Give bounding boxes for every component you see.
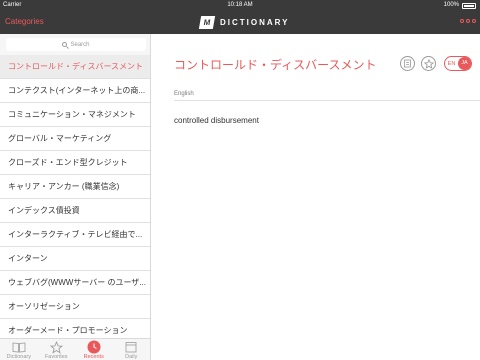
logo-text: DICTIONARY: [220, 17, 290, 27]
list-item[interactable]: ウェブバグ(WWWサーバー のユーザ...: [0, 271, 150, 295]
list-item[interactable]: クローズド・エンド型クレジット: [0, 151, 150, 175]
battery-percent: 100%: [443, 2, 459, 8]
battery-status: 100%: [444, 0, 476, 10]
tab-bar: Dictionary Favorites Recents Daily: [0, 338, 151, 360]
clock-icon: [87, 340, 101, 354]
sidebar: Search コントロールド・ディスバースメント コンテクスト(インターネット上…: [0, 34, 151, 343]
tab-label: Dictionary: [6, 354, 31, 360]
list-item[interactable]: コンテクスト(インターネット上の商...: [0, 79, 150, 103]
lang-ja-label: JA: [458, 57, 471, 70]
favorite-button[interactable]: [421, 56, 436, 71]
language-toggle[interactable]: EN JA: [444, 56, 472, 71]
list-item[interactable]: グローバル・マーケティング: [0, 127, 150, 151]
nav-bar: Categories M DICTIONARY: [0, 10, 480, 34]
entry-definition: controlled disbursement: [174, 116, 259, 125]
star-icon: [423, 58, 434, 69]
clock: 10:18 AM: [227, 2, 253, 8]
tab-label: Recents: [83, 354, 104, 360]
tab-recents[interactable]: Recents: [75, 339, 113, 360]
list-item[interactable]: インデックス債投資: [0, 199, 150, 223]
list-item[interactable]: インターン: [0, 247, 150, 271]
tab-label: Favorites: [44, 354, 68, 360]
flashcard-icon: [404, 59, 411, 68]
calendar-icon: [124, 340, 138, 354]
categories-button[interactable]: Categories: [5, 10, 44, 34]
list-item[interactable]: コントロールド・ディスバースメント: [0, 55, 150, 79]
tab-label: Daily: [125, 354, 138, 360]
star-icon: [49, 340, 63, 354]
entry-headword: コントロールド・ディスバースメント: [174, 58, 377, 72]
tab-favorites[interactable]: Favorites: [38, 339, 76, 360]
book-icon: [12, 340, 26, 354]
status-bar: Carrier 10:18 AM 100%: [0, 0, 480, 10]
list-item[interactable]: オーソリゼーション: [0, 295, 150, 319]
flashcard-button[interactable]: [400, 56, 415, 71]
lang-en-label: EN: [447, 60, 456, 67]
list-item[interactable]: インターラクティブ・テレビ経由で...: [0, 223, 150, 247]
word-list: コントロールド・ディスバースメント コンテクスト(インターネット上の商... コ…: [0, 55, 150, 343]
logo-mark-icon: M: [198, 15, 216, 29]
search-icon: [62, 42, 68, 47]
app-logo: M DICTIONARY: [198, 15, 290, 29]
search-placeholder: Search: [70, 41, 90, 48]
tab-daily[interactable]: Daily: [113, 339, 151, 360]
list-item[interactable]: キャリア・アンカー (職業信念): [0, 175, 150, 199]
more-options-icon[interactable]: [460, 19, 476, 23]
search-input[interactable]: Search: [6, 38, 146, 51]
list-item[interactable]: コミュニケーション・マネジメント: [0, 103, 150, 127]
divider: [174, 100, 480, 101]
tab-dictionary[interactable]: Dictionary: [0, 339, 38, 360]
battery-icon: [462, 3, 476, 9]
entry-detail: コントロールド・ディスバースメント EN JA English controll…: [152, 34, 480, 360]
section-label: English: [174, 91, 194, 97]
